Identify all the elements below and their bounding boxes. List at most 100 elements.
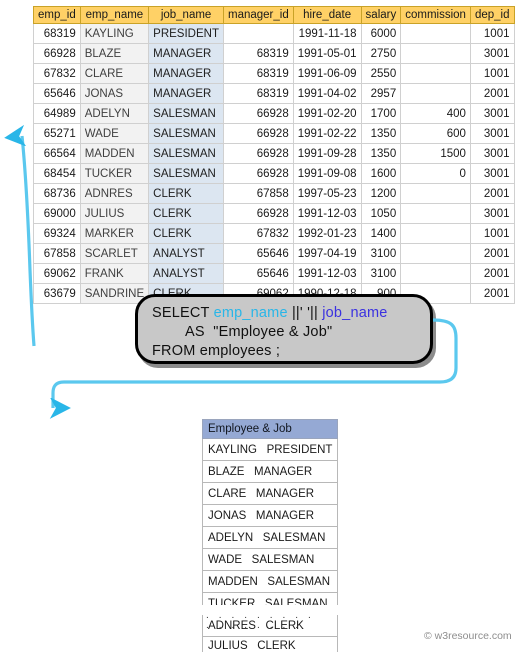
table-row: 67858SCARLETANALYST656461997-04-19310020… (34, 244, 515, 264)
result-row: ADELYN SALESMAN (203, 527, 338, 549)
result-row: JONAS MANAGER (203, 505, 338, 527)
cell-emp-id: 67858 (34, 244, 81, 264)
cell-dep-id: 3001 (470, 144, 514, 164)
table-row: 68736ADNRESCLERK678581997-05-2312002001 (34, 184, 515, 204)
result-cell: BLAZE MANAGER (203, 461, 338, 483)
cell-emp-name: BLAZE (80, 44, 148, 64)
cell-dep-id: 2001 (470, 244, 514, 264)
cell-emp-id: 65271 (34, 124, 81, 144)
cell-manager-id: 68319 (223, 64, 293, 84)
cell-job-name: MANAGER (149, 64, 224, 84)
cell-hire-date: 1991-05-01 (293, 44, 361, 64)
cell-dep-id: 3001 (470, 44, 514, 64)
cell-commission (401, 184, 471, 204)
result-cell: MADDEN SALESMAN (203, 571, 338, 593)
cell-hire-date: 1991-02-20 (293, 104, 361, 124)
cell-dep-id: 3001 (470, 124, 514, 144)
cell-salary: 3100 (361, 264, 401, 284)
cell-manager-id (223, 24, 293, 44)
table-row: 68454TUCKERSALESMAN669281991-09-08160003… (34, 164, 515, 184)
result-row: KAYLING PRESIDENT (203, 439, 338, 461)
cell-hire-date: 1991-09-28 (293, 144, 361, 164)
cell-emp-name: FRANK (80, 264, 148, 284)
cell-commission: 600 (401, 124, 471, 144)
cell-emp-id: 68454 (34, 164, 81, 184)
table-row: 65271WADESALESMAN669281991-02-2213506003… (34, 124, 515, 144)
cell-commission (401, 64, 471, 84)
cell-dep-id: 1001 (470, 224, 514, 244)
result-cell: CLARE MANAGER (203, 483, 338, 505)
cell-emp-id: 69324 (34, 224, 81, 244)
cell-emp-id: 68319 (34, 24, 81, 44)
source-employees-table: emp_id emp_name job_name manager_id hire… (33, 6, 515, 304)
watermark: © w3resource.com (424, 630, 512, 642)
sql-query-callout: SELECT emp_name ||' '|| job_name AS "Emp… (135, 294, 433, 364)
cell-commission: 400 (401, 104, 471, 124)
sql-line-from: FROM employees ; (152, 342, 430, 361)
cell-emp-name: CLARE (80, 64, 148, 84)
cell-hire-date: 1991-04-02 (293, 84, 361, 104)
cell-commission (401, 44, 471, 64)
cell-hire-date: 1992-01-23 (293, 224, 361, 244)
cell-salary: 1600 (361, 164, 401, 184)
column-header-emp-name: emp_name (80, 7, 148, 24)
cell-job-name: MANAGER (149, 44, 224, 64)
result-cell: KAYLING PRESIDENT (203, 439, 338, 461)
table-row: 65646JONASMANAGER683191991-04-0229572001 (34, 84, 515, 104)
cell-commission (401, 84, 471, 104)
cell-emp-name: JULIUS (80, 204, 148, 224)
cell-job-name: ANALYST (149, 264, 224, 284)
result-row: CLARE MANAGER (203, 483, 338, 505)
truncation-dots-row-2: . . . . . . . . (206, 620, 302, 631)
column-header-hire-date: hire_date (293, 7, 361, 24)
result-cell: WADE SALESMAN (203, 549, 338, 571)
cell-job-name: SALESMAN (149, 144, 224, 164)
sql-column-job-name: job_name (322, 305, 387, 321)
cell-dep-id: 3001 (470, 204, 514, 224)
column-header-manager-id: manager_id (223, 7, 293, 24)
cell-emp-id: 66928 (34, 44, 81, 64)
cell-job-name: ANALYST (149, 244, 224, 264)
cell-salary: 2957 (361, 84, 401, 104)
cell-emp-name: TUCKER (80, 164, 148, 184)
cell-salary: 1350 (361, 144, 401, 164)
cell-emp-name: WADE (80, 124, 148, 144)
cell-dep-id: 3001 (470, 104, 514, 124)
cell-commission (401, 224, 471, 244)
table-header-row: emp_id emp_name job_name manager_id hire… (34, 7, 515, 24)
sql-keyword-select: SELECT (152, 305, 214, 321)
column-header-job-name: job_name (149, 7, 224, 24)
table-row: 66928BLAZEMANAGER683191991-05-012750 3001 (34, 44, 515, 64)
result-row: JULIUS CLERK (203, 637, 338, 652)
cell-commission: 0 (401, 164, 471, 184)
cell-manager-id: 66928 (223, 124, 293, 144)
result-header-row: Employee & Job (203, 420, 338, 439)
cell-commission: 1500 (401, 144, 471, 164)
cell-job-name: CLERK (149, 204, 224, 224)
cell-manager-id: 67832 (223, 224, 293, 244)
cell-emp-name: KAYLING (80, 24, 148, 44)
sql-line-alias: AS "Employee & Job" (152, 323, 430, 342)
cell-job-name: SALESMAN (149, 164, 224, 184)
sql-concat-operator: ||' '|| (288, 305, 323, 321)
cell-dep-id: 2001 (470, 284, 514, 304)
cell-dep-id: 2001 (470, 264, 514, 284)
cell-emp-name: MADDEN (80, 144, 148, 164)
cell-emp-name: MARKER (80, 224, 148, 244)
result-row: MADDEN SALESMAN (203, 571, 338, 593)
result-cell: ADELYN SALESMAN (203, 527, 338, 549)
table-row: 66564MADDENSALESMAN669281991-09-28135015… (34, 144, 515, 164)
cell-commission (401, 264, 471, 284)
cell-salary: 1200 (361, 184, 401, 204)
cell-salary: 1400 (361, 224, 401, 244)
cell-salary: 2750 (361, 44, 401, 64)
column-header-emp-id: emp_id (34, 7, 81, 24)
cell-emp-name: SCARLET (80, 244, 148, 264)
sql-column-emp-name: emp_name (214, 305, 288, 321)
cell-salary: 1700 (361, 104, 401, 124)
result-row: WADE SALESMAN (203, 549, 338, 571)
cell-manager-id: 68319 (223, 44, 293, 64)
cell-manager-id: 66928 (223, 144, 293, 164)
table-row: 67832CLAREMANAGER683191991-06-0925501001 (34, 64, 515, 84)
cell-emp-id: 69000 (34, 204, 81, 224)
